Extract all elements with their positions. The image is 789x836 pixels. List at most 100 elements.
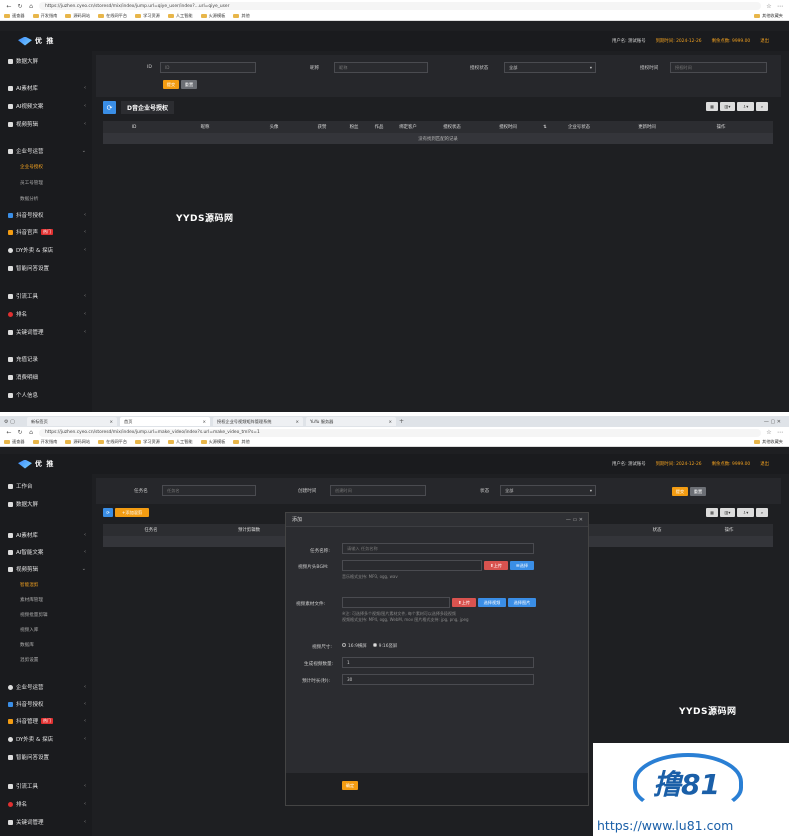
sidebar-item[interactable]: 消费明细 — [8, 373, 86, 381]
grid-icon[interactable]: ▦ — [706, 102, 718, 111]
sidebar-sub-item[interactable]: 数据库 — [20, 642, 34, 648]
new-tab-icon[interactable]: + — [399, 418, 404, 425]
sidebar-item[interactable]: 智能问答设置 — [8, 753, 86, 761]
star-icon[interactable]: ☆ — [766, 429, 772, 436]
sidebar-item[interactable]: 抖音管理 热门 ‹ — [8, 717, 86, 725]
confirm-button[interactable]: 确定 — [342, 781, 358, 790]
reset-button[interactable]: 重置 — [690, 487, 706, 496]
sidebar-item[interactable]: 抖音号授权 ‹ — [8, 700, 86, 708]
sidebar-sub-item[interactable]: 数据分析 — [20, 196, 38, 202]
sidebar-item[interactable]: 视频剪辑 ‹ — [8, 120, 86, 128]
export-icon[interactable]: ⇩▾ — [737, 508, 754, 517]
column-header[interactable]: 任务名 — [103, 527, 199, 533]
task-name-input[interactable]: 请输入 任务名称 — [342, 543, 534, 554]
bookmark[interactable]: 人工智能 — [167, 13, 193, 19]
column-header[interactable]: 操作 — [689, 124, 753, 130]
column-header[interactable]: 绑定客户 — [391, 124, 425, 130]
bookmark[interactable]: 速查器 — [4, 13, 25, 19]
sidebar-item[interactable]: 工作台 — [8, 482, 86, 490]
column-header[interactable]: 企业号状态 — [553, 124, 605, 130]
menu-icon[interactable]: ⋯ — [777, 3, 783, 10]
sidebar-sub-item[interactable]: 视频入库 — [20, 627, 38, 633]
sidebar-item[interactable]: 数据大屏 — [8, 500, 86, 508]
refresh-button[interactable]: ⟳ — [103, 508, 113, 517]
search-icon[interactable]: ⌕ — [756, 508, 768, 517]
search-icon[interactable]: ⌕ — [756, 102, 768, 111]
status-select[interactable]: 全部 ▾ — [500, 485, 596, 496]
sidebar-sub-item[interactable]: 员工号管理 — [20, 180, 43, 186]
bookmark[interactable]: 学习资源 — [135, 439, 160, 445]
status-select[interactable]: 全部 ▾ — [504, 62, 596, 73]
sidebar-item[interactable]: 引流工具 ‹ — [8, 292, 86, 300]
time-input[interactable]: 授权时间 — [670, 62, 767, 73]
sidebar-item[interactable]: 关键词管理 ‹ — [8, 328, 86, 336]
sidebar-item[interactable]: 企业号运营 ‹ — [8, 683, 86, 691]
sidebar-item[interactable]: AI素材库 ‹ — [8, 531, 86, 539]
sidebar-item[interactable]: 视频剪辑 ⌄ — [8, 565, 86, 573]
sidebar-item[interactable]: 智能问答设置 — [8, 264, 86, 272]
close-icon[interactable]: × — [388, 419, 392, 424]
sidebar-item[interactable]: 充值记录 — [8, 355, 86, 363]
logout-link[interactable]: 退出 — [760, 461, 769, 467]
column-header[interactable]: 粉丝 — [341, 124, 367, 130]
bookmark[interactable]: 其他 — [233, 439, 250, 445]
nick-input[interactable]: 昵称 — [334, 62, 428, 73]
bookmark[interactable]: 火源模板 — [200, 439, 225, 445]
home-icon[interactable]: ⌂ — [28, 429, 34, 436]
close-icon[interactable]: × — [295, 419, 299, 424]
bookmark[interactable]: 在线网平台 — [98, 13, 127, 19]
sidebar-item[interactable]: DY外卖 & 探店 ‹ — [8, 735, 86, 743]
select-image-button[interactable]: 选择图片 — [508, 598, 536, 607]
back-icon[interactable]: ← — [6, 429, 12, 436]
column-header[interactable]: 昵称 — [165, 124, 245, 130]
sidebar-item[interactable]: 抖音官声 热门 ‹ — [8, 228, 86, 236]
sidebar-sub-item-active[interactable]: 企业号授权 — [20, 164, 43, 170]
address-bar[interactable]: https://juzhen.cyeo.cn/storesd/mix/index… — [39, 428, 761, 437]
window-buttons-icon[interactable]: — ▢ ✕ — [764, 419, 781, 425]
column-header[interactable]: 获赞 — [303, 124, 341, 130]
count-input[interactable]: 1 — [342, 657, 534, 668]
sidebar-item[interactable]: 企业号运营 ⌄ — [8, 147, 86, 155]
app-logo[interactable]: 优 推 — [18, 36, 54, 46]
bookmark-other[interactable]: 其他收藏夹 — [754, 13, 783, 19]
columns-icon[interactable]: ▥▾ — [720, 102, 735, 111]
column-header[interactable]: 状态 — [629, 527, 685, 533]
column-header[interactable]: 操作 — [685, 527, 773, 533]
column-header[interactable]: 授权时间 — [479, 124, 537, 130]
sidebar-sub-item[interactable]: 混剪设置 — [20, 657, 38, 663]
address-bar[interactable]: https://juzhen.cyeo.cn/storesd/mix/index… — [39, 2, 761, 10]
bookmark[interactable]: 开发指南 — [32, 439, 57, 445]
browser-tab[interactable]: YuYu 服务器 × — [306, 417, 396, 426]
sort-icon[interactable]: ⇅ — [537, 125, 553, 130]
refresh-button[interactable]: ⟳ — [103, 101, 116, 114]
id-input[interactable]: ID — [160, 62, 256, 73]
bgm-input[interactable] — [342, 560, 482, 571]
reset-button[interactable]: 重置 — [181, 80, 197, 89]
clips-input[interactable] — [342, 597, 450, 608]
sidebar-item[interactable]: 排名 ‹ — [8, 310, 86, 318]
sidebar-item[interactable]: 抖音号授权 ‹ — [8, 211, 86, 219]
bookmark[interactable]: 在线网平台 — [98, 439, 127, 445]
bookmark-other[interactable]: 其他收藏夹 — [754, 439, 783, 445]
column-header[interactable]: ID — [103, 125, 165, 130]
star-icon[interactable]: ☆ — [766, 3, 772, 10]
bookmark[interactable]: 学习资源 — [135, 13, 160, 19]
dialog-window-icons[interactable]: — ▭ ✕ — [566, 517, 583, 523]
browser-tab[interactable]: 授权企业号视频矩阵管理系统 × — [213, 417, 303, 426]
sidebar-item[interactable]: 排名 ‹ — [8, 800, 86, 808]
bookmark[interactable]: 速查器 — [4, 439, 25, 445]
sidebar-item-dashboard[interactable]: 数据大屏 — [8, 57, 86, 65]
sidebar-item[interactable]: AI视频文案 ‹ — [8, 102, 86, 110]
sidebar-item[interactable]: AI智能文案 ‹ — [8, 548, 86, 556]
sidebar-sub-item-active[interactable]: 智能混剪 — [20, 582, 38, 588]
bookmark[interactable]: 开发指南 — [32, 13, 57, 19]
grid-icon[interactable]: ▦ — [706, 508, 718, 517]
bookmark[interactable]: 源码网站 — [65, 439, 90, 445]
menu-icon[interactable]: ⋯ — [777, 429, 783, 436]
bgm-select-button[interactable]: ☰ 选择 — [510, 561, 534, 570]
home-icon[interactable]: ⌂ — [28, 3, 34, 10]
bookmark[interactable]: 火源模板 — [200, 13, 225, 19]
app-logo[interactable]: 优 推 — [18, 459, 54, 469]
submit-button[interactable]: 提交 — [672, 487, 688, 496]
sidebar-item[interactable]: 个人信息 — [8, 391, 86, 399]
